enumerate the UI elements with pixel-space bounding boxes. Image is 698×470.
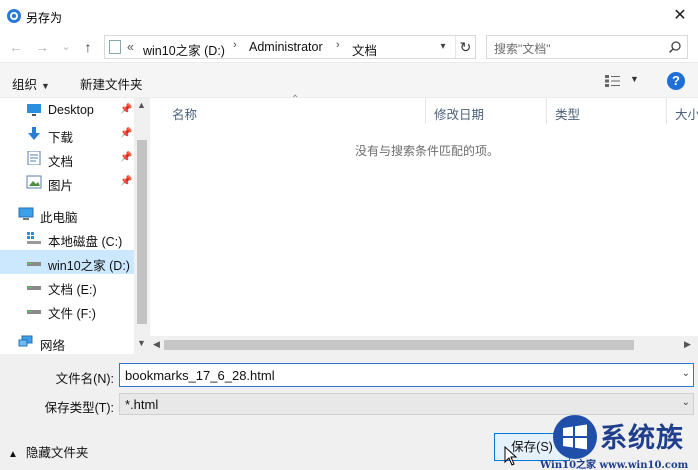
sidebar-item-label: 文档 (E:)	[48, 283, 97, 297]
window-title: 另存为	[26, 11, 63, 25]
pin-icon: 📌	[120, 152, 133, 163]
search-icon[interactable]	[667, 39, 683, 55]
sidebar-item-label: 本地磁盘 (C:)	[48, 235, 123, 249]
filetype-value: *.html	[125, 397, 159, 412]
view-options-icon[interactable]	[604, 74, 622, 88]
sidebar-item-drive-d[interactable]: win10之家 (D:)	[0, 250, 134, 274]
sidebar-item-this-pc[interactable]: 此电脑	[0, 202, 134, 226]
sidebar-item-drive-c[interactable]: 本地磁盘 (C:)	[0, 226, 134, 250]
help-icon[interactable]: ?	[667, 72, 685, 90]
scroll-right-icon[interactable]: ▶	[684, 339, 691, 350]
chevron-down-icon[interactable]: ⌄	[682, 368, 690, 379]
sidebar-item-network[interactable]: 网络	[0, 330, 134, 354]
windows-drive-icon	[27, 232, 41, 244]
sidebar-item-label: 网络	[40, 339, 66, 353]
hide-folders-label: 隐藏文件夹	[25, 446, 89, 460]
sidebar-item-desktop[interactable]: Desktop 📌	[0, 98, 134, 122]
pin-icon: 📌	[120, 104, 133, 115]
pictures-icon	[26, 175, 42, 189]
scrollbar-thumb[interactable]	[164, 340, 634, 350]
windows-logo-icon	[553, 415, 597, 459]
filename-value: bookmarks_17_6_28.html	[125, 368, 275, 383]
recent-locations-icon[interactable]: ⌄	[58, 38, 74, 56]
search-input[interactable]: 搜索"文档"	[486, 35, 688, 59]
column-label: 大小	[675, 108, 698, 122]
sidebar-item-downloads[interactable]: 下载 📌	[0, 122, 134, 146]
organize-menu[interactable]: 组织 ▼	[12, 74, 50, 93]
drive-icon	[27, 310, 41, 314]
file-list: ⌃ 名称 修改日期 类型 大小 没有与搜索条件匹配的项。 ◀ ▶	[150, 94, 698, 354]
watermark-title: 系统族	[600, 423, 684, 454]
command-toolbar: 组织 ▼ 新建文件夹 ▼ ?	[0, 62, 698, 98]
navigation-pane: Desktop 📌 下载 📌 文档 📌 图片 📌 此电脑 本地磁盘 (C:) w…	[0, 98, 150, 354]
up-folder-icon[interactable]: ↑	[80, 38, 96, 56]
sidebar-item-label: 图片	[48, 179, 74, 193]
sidebar-scrollbar[interactable]: ▲ ▼	[134, 98, 150, 354]
address-overflow[interactable]: «	[127, 40, 134, 54]
pin-icon: 📌	[120, 128, 133, 139]
sidebar-item-pictures[interactable]: 图片 📌	[0, 170, 134, 194]
column-label: 类型	[555, 108, 581, 122]
scrollbar-thumb[interactable]	[137, 140, 147, 324]
sidebar-item-label: 文件 (F:)	[48, 307, 96, 321]
column-header-name[interactable]: 名称	[164, 98, 426, 124]
drive-icon	[27, 286, 41, 290]
sidebar-item-label: 下载	[48, 131, 74, 145]
title-bar: 另存为 ✕	[0, 0, 698, 32]
back-icon[interactable]: ←	[8, 38, 24, 56]
address-bar[interactable]: « win10之家 (D:) › Administrator › 文档 ▾ ↻	[104, 35, 476, 59]
filename-label: 文件名(N):	[55, 372, 114, 386]
sidebar-item-label: 文档	[48, 155, 74, 169]
desktop-icon	[27, 104, 41, 116]
navigation-bar: ← → ⌄ ↑ « win10之家 (D:) › Administrator ›…	[0, 32, 698, 62]
app-icon	[7, 9, 21, 23]
column-header-size[interactable]: 大小	[667, 98, 698, 124]
sidebar-item-label: 此电脑	[40, 211, 78, 225]
folder-location-icon	[109, 40, 121, 54]
hide-folders-toggle[interactable]: ▲ 隐藏文件夹	[8, 442, 88, 461]
scroll-left-icon[interactable]: ◀	[153, 339, 160, 350]
scroll-down-icon[interactable]: ▼	[137, 338, 146, 348]
column-label: 修改日期	[434, 108, 485, 122]
sidebar-item-drive-f[interactable]: 文件 (F:)	[0, 298, 134, 322]
close-icon[interactable]: ✕	[668, 4, 692, 28]
documents-icon	[27, 151, 41, 165]
new-folder-button[interactable]: 新建文件夹	[80, 74, 143, 93]
chevron-down-icon[interactable]: ▾	[435, 37, 451, 57]
column-label: 名称	[172, 108, 198, 122]
address-segment-drive[interactable]: win10之家 (D:)	[143, 40, 225, 59]
filename-field[interactable]: bookmarks_17_6_28.html ⌄	[119, 363, 694, 387]
mouse-cursor-icon	[504, 446, 518, 466]
sidebar-item-drive-e[interactable]: 文档 (E:)	[0, 274, 134, 298]
watermark-subtitle: Win10之家 www.win10.com	[540, 460, 689, 470]
download-icon	[28, 127, 40, 140]
pin-icon: 📌	[120, 176, 133, 187]
sidebar-item-documents[interactable]: 文档 📌	[0, 146, 134, 170]
address-segment-user[interactable]: Administrator	[249, 40, 323, 54]
scroll-up-icon[interactable]: ▲	[137, 100, 146, 110]
caret-down-icon[interactable]: ▼	[630, 74, 639, 84]
sidebar-item-label: Desktop	[48, 103, 94, 117]
filetype-label: 保存类型(T):	[44, 401, 114, 415]
search-placeholder: 搜索"文档"	[494, 42, 551, 56]
organize-label: 组织	[12, 78, 38, 92]
forward-icon[interactable]: →	[34, 38, 50, 56]
sidebar-item-label: win10之家 (D:)	[48, 259, 130, 273]
chevron-up-icon: ▲	[8, 449, 18, 460]
address-segment-documents[interactable]: 文档	[352, 40, 377, 59]
refresh-icon[interactable]: ↻	[455, 36, 475, 58]
watermark: 系统族 Win10之家 www.win10.com	[540, 406, 698, 470]
chevron-right-icon[interactable]: ›	[336, 39, 340, 51]
column-header-date[interactable]: 修改日期	[426, 98, 547, 124]
network-icon	[18, 335, 33, 347]
this-pc-icon	[18, 207, 34, 220]
chevron-right-icon[interactable]: ›	[233, 39, 237, 51]
caret-down-icon: ▼	[41, 81, 50, 91]
horizontal-scrollbar[interactable]: ◀ ▶	[150, 336, 698, 354]
drive-icon	[27, 262, 41, 266]
column-header-type[interactable]: 类型	[547, 98, 667, 124]
empty-message: 没有与搜索条件匹配的项。	[355, 144, 500, 158]
